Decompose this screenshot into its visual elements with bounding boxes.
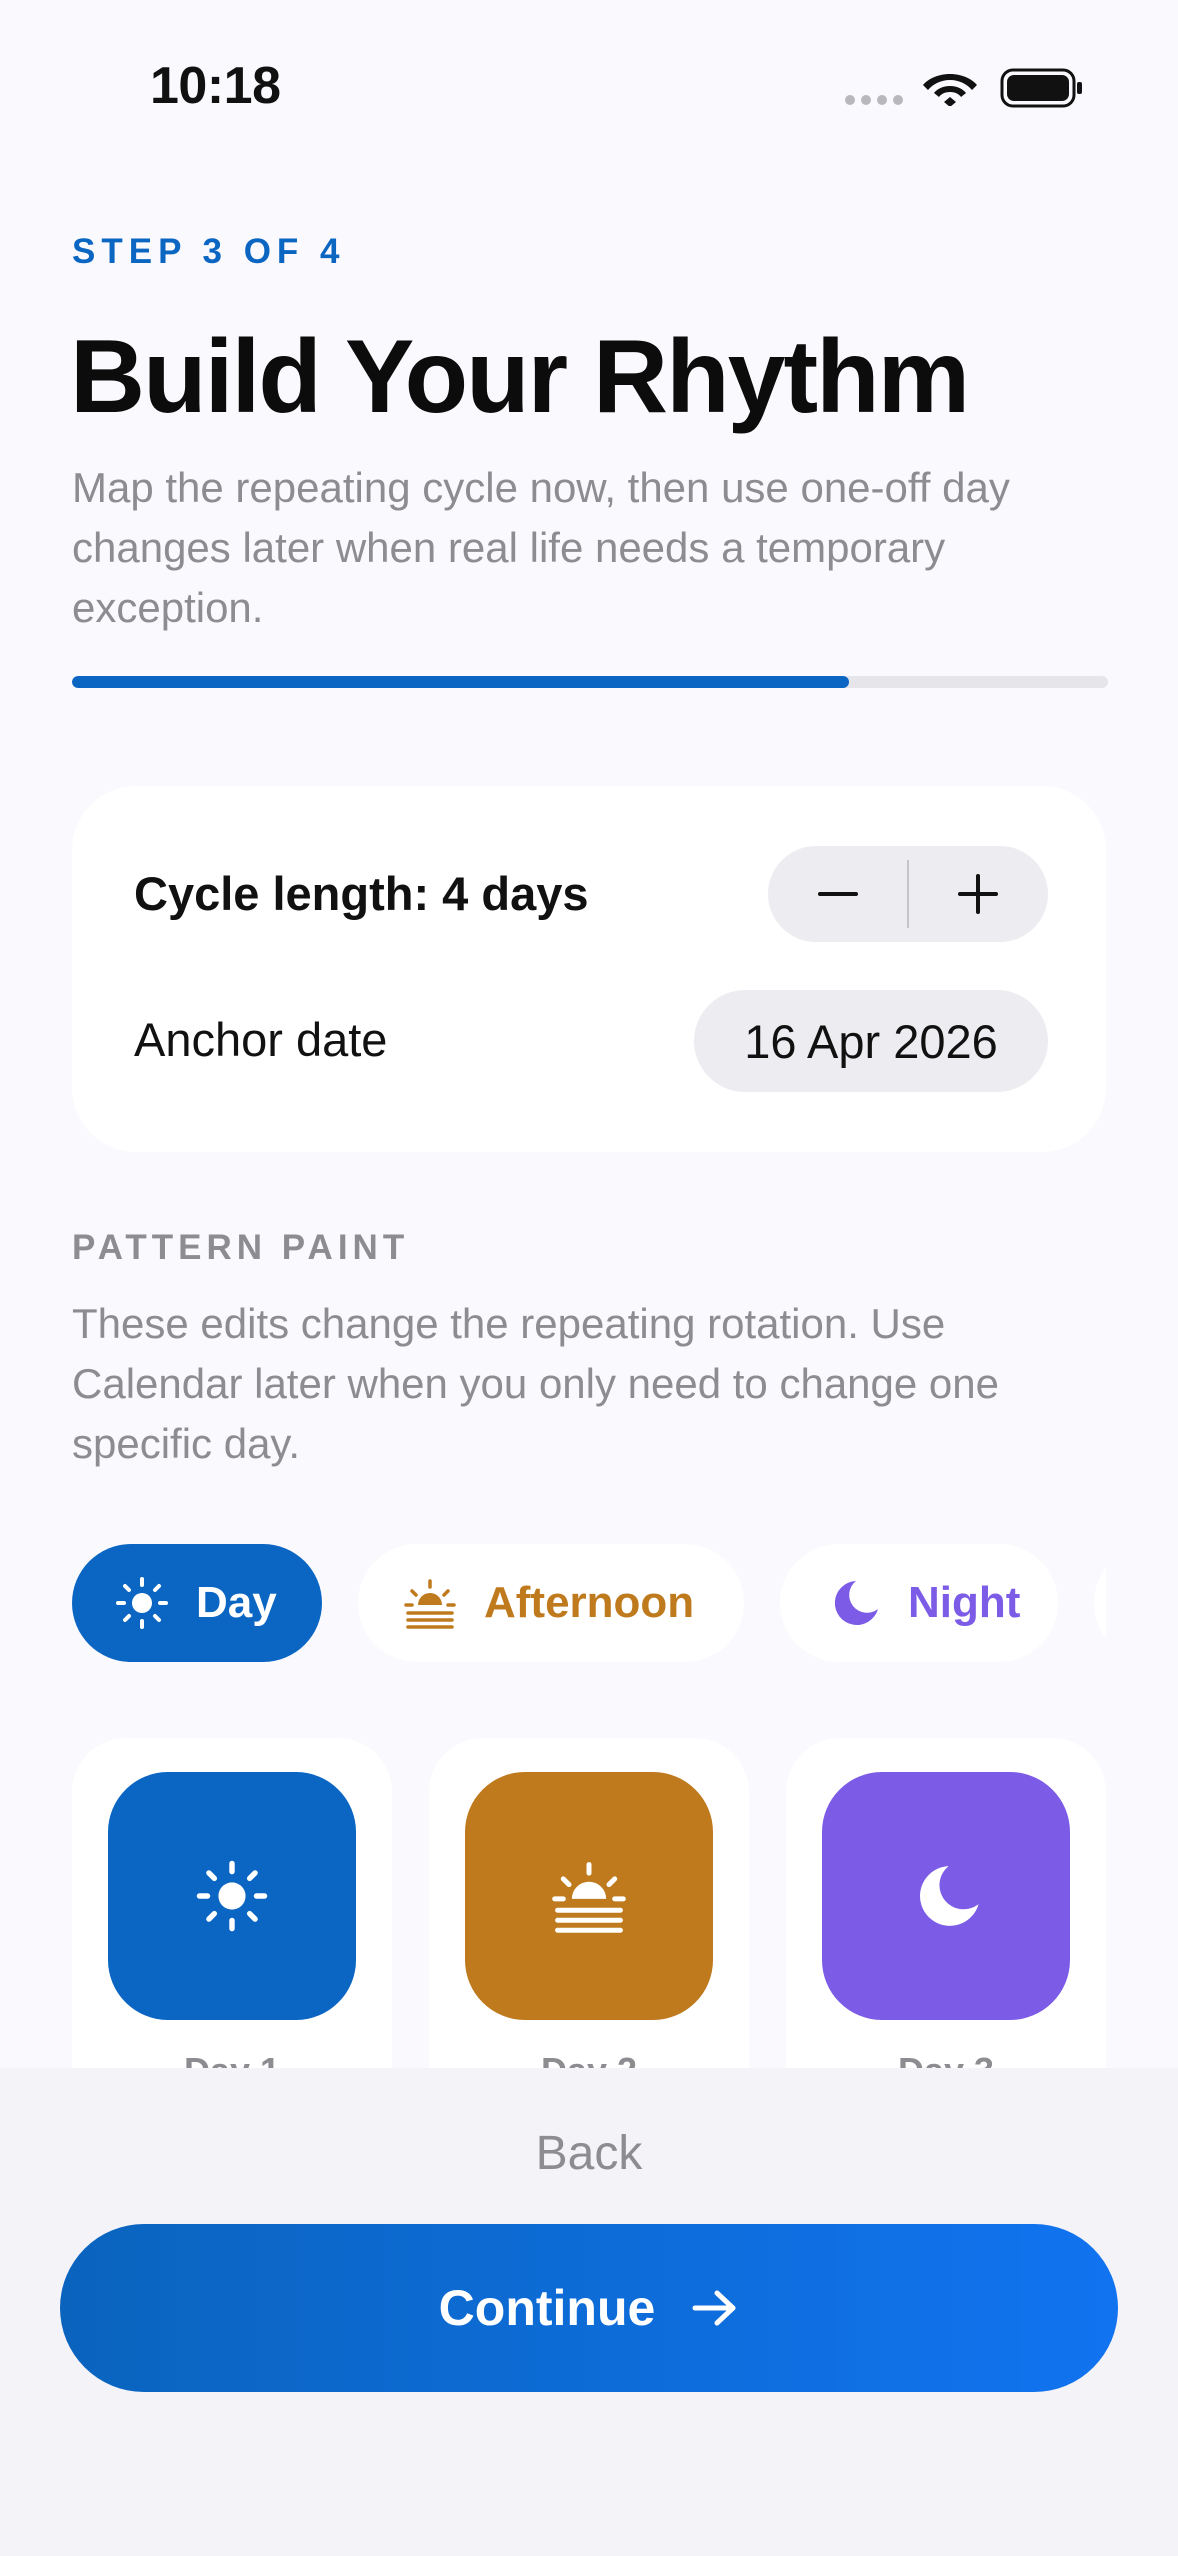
sun-icon [196, 1860, 268, 1932]
battery-icon [1000, 68, 1082, 108]
anchor-date-label: Anchor date [134, 1013, 388, 1066]
page-title: Build Your Rhythm [70, 319, 970, 435]
chip-label: Afternoon [484, 1578, 695, 1627]
sun-icon [112, 1573, 172, 1633]
progress-fill [72, 676, 849, 688]
plus-icon [958, 874, 998, 914]
sunset-icon [400, 1573, 460, 1633]
chip-night[interactable]: Night [780, 1544, 1058, 1662]
footer-actions: Back Continue [0, 2068, 1178, 2556]
progress-bar [72, 676, 1108, 688]
day-shift-tile [465, 1772, 713, 2020]
chip-more[interactable] [1094, 1544, 1106, 1662]
cycle-length-label: Cycle length: 4 days [134, 867, 589, 920]
status-bar: 10:18 [0, 0, 1178, 170]
shift-type-chips: Day Afternoon Night [72, 1544, 1106, 1662]
chip-day[interactable]: Day [72, 1544, 322, 1662]
day-card[interactable]: Day 1 [72, 1738, 392, 2118]
status-time: 10:18 [150, 57, 281, 115]
increase-button[interactable] [908, 846, 1048, 942]
cellular-signal-icon [845, 95, 903, 105]
chip-label: Night [908, 1578, 1021, 1627]
sunset-icon [552, 1862, 626, 1933]
back-button[interactable]: Back [0, 2126, 1178, 2181]
continue-label: Continue [438, 2280, 656, 2336]
pattern-section-description: These edits change the repeating rotatio… [72, 1300, 999, 1467]
moon-icon [919, 1866, 979, 1926]
arrow-right-icon [691, 2288, 739, 2328]
day-card[interactable]: Day 3 [786, 1738, 1106, 2118]
chip-afternoon[interactable]: Afternoon [358, 1544, 744, 1662]
wifi-icon [923, 74, 977, 106]
step-indicator: STEP 3 OF 4 [72, 232, 346, 271]
chip-label: Day [196, 1578, 277, 1627]
day-shift-tile [108, 1772, 356, 2020]
day-card[interactable]: Day 2 [429, 1738, 749, 2118]
anchor-date-picker[interactable]: 16 Apr 2026 [694, 990, 1048, 1092]
moon-icon [824, 1573, 884, 1633]
pattern-section-title: PATTERN PAINT [72, 1228, 410, 1267]
minus-icon [818, 892, 858, 896]
decrease-button[interactable] [768, 846, 908, 942]
page-subtitle: Map the repeating cycle now, then use on… [72, 464, 1010, 631]
cycle-length-stepper [768, 846, 1048, 942]
cycle-settings-card: Cycle length: 4 days Anchor date 16 Apr … [72, 786, 1106, 1152]
continue-button[interactable]: Continue [60, 2224, 1118, 2392]
day-shift-tile [822, 1772, 1070, 2020]
